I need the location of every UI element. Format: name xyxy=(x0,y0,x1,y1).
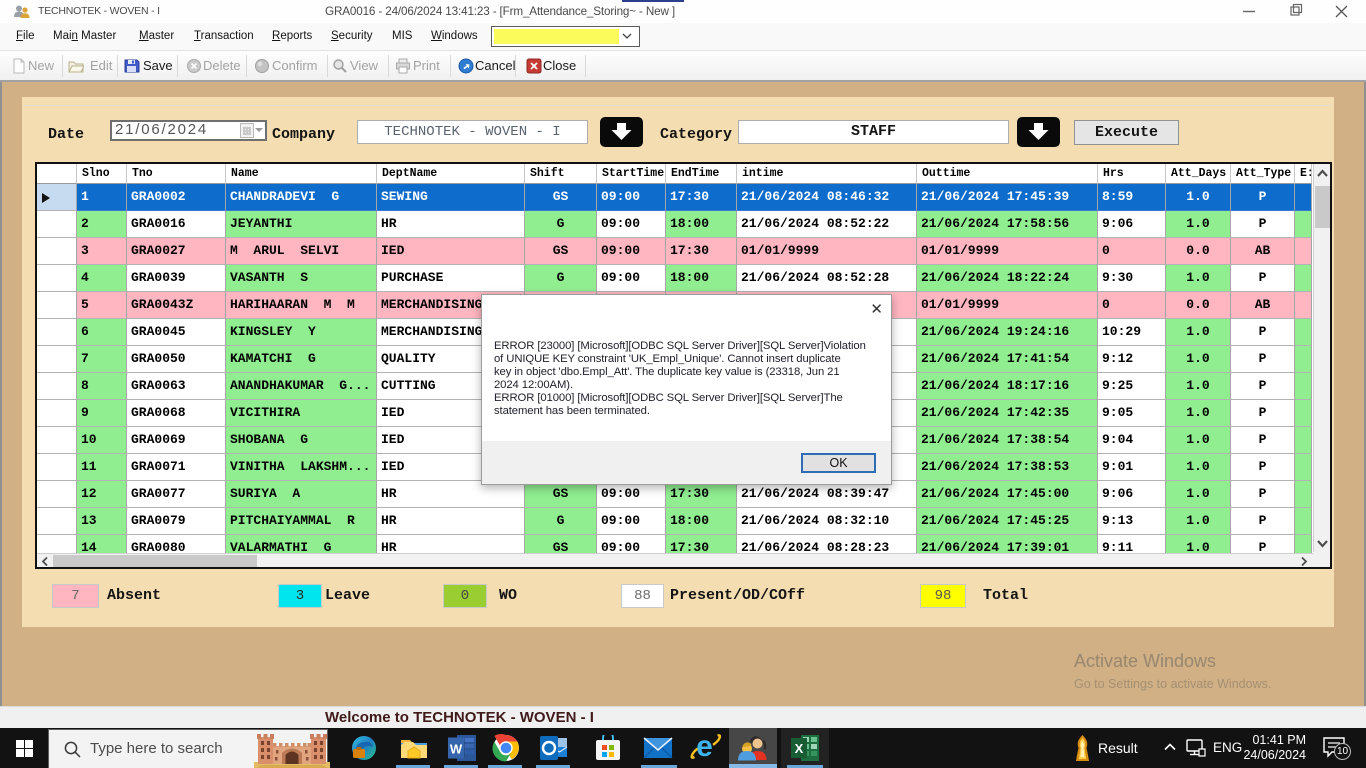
svg-text:e: e xyxy=(696,731,713,761)
svg-text:W: W xyxy=(450,742,463,757)
svg-text:X: X xyxy=(795,741,804,756)
